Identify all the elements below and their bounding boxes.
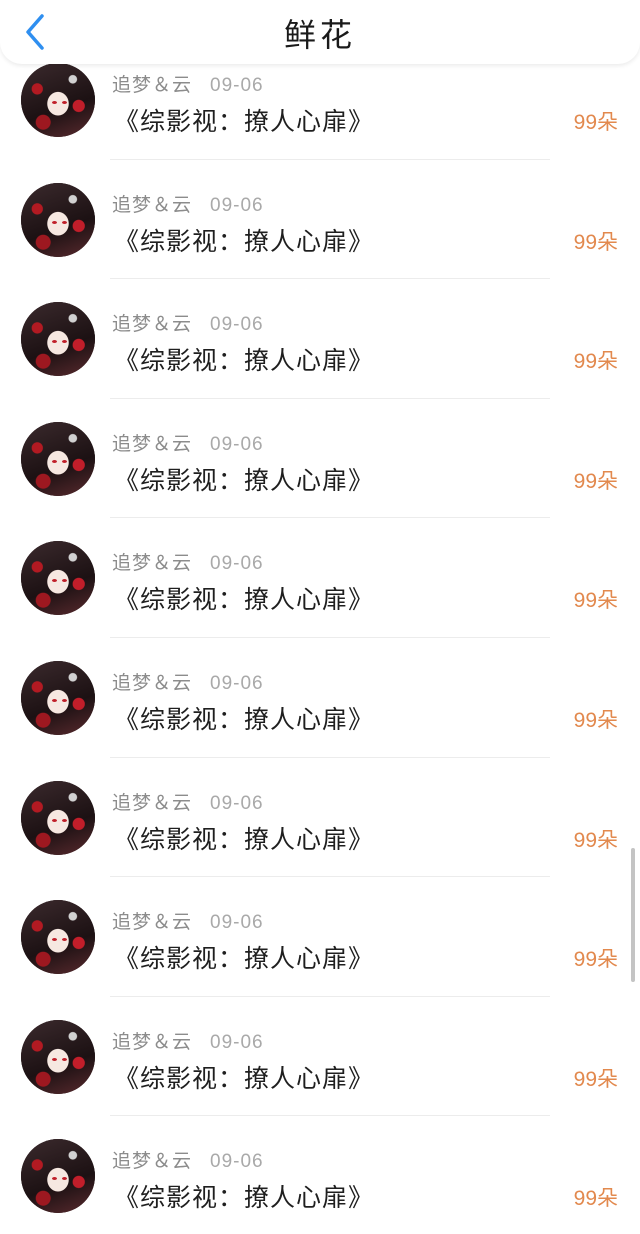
list-item[interactable]: 追梦＆云 09-06 《综影视：撩人心扉》 99朵 <box>0 758 640 878</box>
avatar[interactable] <box>21 1019 95 1094</box>
date-label: 09-06 <box>210 314 264 336</box>
user-name[interactable]: 追梦＆云 <box>112 1150 192 1172</box>
flower-count: 99朵 <box>573 708 618 732</box>
flower-count: 99朵 <box>573 948 618 972</box>
date-label: 09-06 <box>210 1031 264 1053</box>
list-item[interactable]: 追梦＆云 09-06 《综影视：撩人心扉》 99朵 <box>0 877 640 997</box>
date-label: 09-06 <box>210 672 264 694</box>
list-item-meta: 追梦＆云 09-06 <box>112 907 264 934</box>
list-item-meta: 追梦＆云 09-06 <box>112 429 264 456</box>
date-label: 09-06 <box>210 75 264 96</box>
avatar[interactable] <box>21 63 95 137</box>
list-item-meta: 追梦＆云 09-06 <box>112 1027 264 1054</box>
user-name[interactable]: 追梦＆云 <box>112 1031 192 1053</box>
flower-count: 99朵 <box>573 828 618 852</box>
user-name[interactable]: 追梦＆云 <box>112 911 192 933</box>
book-title[interactable]: 《综影视：撩人心扉》 <box>114 1178 374 1214</box>
user-name[interactable]: 追梦＆云 <box>112 194 192 216</box>
avatar[interactable] <box>21 900 95 975</box>
flower-count: 99朵 <box>573 469 618 493</box>
user-name[interactable]: 追梦＆云 <box>112 433 192 455</box>
flower-count: 99朵 <box>573 230 618 254</box>
avatar[interactable] <box>21 541 95 616</box>
user-name[interactable]: 追梦＆云 <box>112 792 192 814</box>
avatar[interactable] <box>21 1139 95 1214</box>
nav-header: 鲜花 <box>0 0 640 64</box>
list-item-meta: 追梦＆云 09-06 <box>112 70 264 97</box>
flower-count: 99朵 <box>573 111 618 134</box>
list-item-meta: 追梦＆云 09-06 <box>112 788 264 815</box>
user-name[interactable]: 追梦＆云 <box>112 313 192 335</box>
page: 追梦＆云 09-06 《综影视：撩人心扉》 99朵 追梦＆云 09-06 《综影视：… <box>0 0 640 1234</box>
book-title[interactable]: 《综影视：撩人心扉》 <box>114 102 374 138</box>
list-item[interactable]: 追梦＆云 09-06 《综影视：撩人心扉》 99朵 <box>0 160 640 280</box>
list-item-meta: 追梦＆云 09-06 <box>112 190 264 217</box>
date-label: 09-06 <box>210 553 264 575</box>
flower-count: 99朵 <box>573 1067 618 1091</box>
list-item-meta: 追梦＆云 09-06 <box>112 309 264 336</box>
user-name[interactable]: 追梦＆云 <box>112 74 192 96</box>
book-title[interactable]: 《综影视：撩人心扉》 <box>114 222 374 258</box>
list-item[interactable]: 追梦＆云 09-06 《综影视：撩人心扉》 99朵 <box>0 279 640 399</box>
book-title[interactable]: 《综影视：撩人心扉》 <box>114 700 374 736</box>
user-name[interactable]: 追梦＆云 <box>112 672 192 694</box>
list-item-meta: 追梦＆云 09-06 <box>112 668 264 695</box>
list-item[interactable]: 追梦＆云 09-06 《综影视：撩人心扉》 99朵 <box>0 638 640 758</box>
date-label: 09-06 <box>210 194 264 216</box>
list-item[interactable]: 追梦＆云 09-06 《综影视：撩人心扉》 99朵 <box>0 518 640 638</box>
flower-count: 99朵 <box>573 1187 618 1211</box>
avatar[interactable] <box>21 660 95 735</box>
flower-list[interactable]: 追梦＆云 09-06 《综影视：撩人心扉》 99朵 追梦＆云 09-06 《综影视：… <box>0 40 640 1234</box>
avatar[interactable] <box>21 780 95 855</box>
book-title[interactable]: 《综影视：撩人心扉》 <box>114 820 374 856</box>
avatar[interactable] <box>21 302 95 377</box>
date-label: 09-06 <box>210 792 264 814</box>
date-label: 09-06 <box>210 912 264 934</box>
scrollbar[interactable] <box>631 848 635 982</box>
date-label: 09-06 <box>210 1151 264 1173</box>
avatar[interactable] <box>21 182 95 257</box>
list-item[interactable]: 追梦＆云 09-06 《综影视：撩人心扉》 99朵 <box>0 997 640 1117</box>
avatar[interactable] <box>21 421 95 496</box>
flower-count: 99朵 <box>573 350 618 374</box>
list-item[interactable]: 追梦＆云 09-06 《综影视：撩人心扉》 99朵 <box>0 399 640 519</box>
book-title[interactable]: 《综影视：撩人心扉》 <box>114 341 374 377</box>
date-label: 09-06 <box>210 433 264 455</box>
list-item-meta: 追梦＆云 09-06 <box>112 548 264 575</box>
book-title[interactable]: 《综影视：撩人心扉》 <box>114 1059 374 1095</box>
list-item-meta: 追梦＆云 09-06 <box>112 1146 264 1173</box>
book-title[interactable]: 《综影视：撩人心扉》 <box>114 580 374 616</box>
book-title[interactable]: 《综影视：撩人心扉》 <box>114 461 374 497</box>
page-title: 鲜花 <box>283 16 356 54</box>
user-name[interactable]: 追梦＆云 <box>112 552 192 574</box>
list-item[interactable]: 追梦＆云 09-06 《综影视：撩人心扉》 99朵 <box>0 1116 640 1234</box>
book-title[interactable]: 《综影视：撩人心扉》 <box>114 939 374 975</box>
flower-count: 99朵 <box>573 589 618 613</box>
